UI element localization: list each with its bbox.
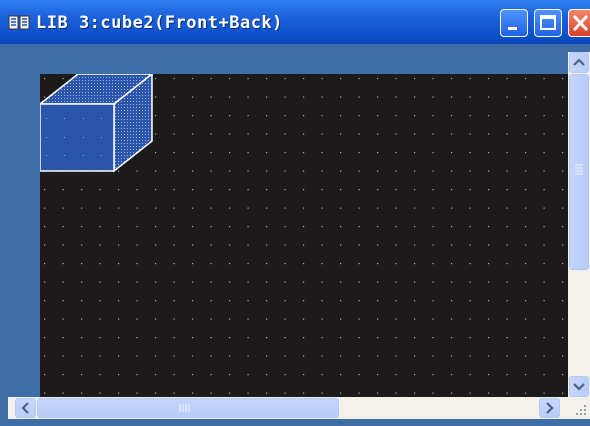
maximize-button[interactable] (534, 9, 562, 37)
resize-grip[interactable] (568, 397, 590, 419)
arrow-down-icon (573, 383, 585, 391)
book-icon[interactable] (8, 15, 30, 31)
cube-front-face (39, 103, 115, 172)
drawing-canvas[interactable] (37, 72, 568, 397)
window-frame (0, 44, 8, 426)
document-window: LIB 3:cube2(Front+Back) (0, 0, 590, 426)
vertical-scroll-thumb[interactable] (569, 74, 589, 270)
grip-icon (179, 404, 190, 412)
arrow-right-icon (546, 402, 554, 414)
vertical-scrollbar[interactable] (568, 52, 590, 397)
minimize-icon (508, 27, 517, 30)
scroll-down-button[interactable] (569, 376, 589, 397)
scroll-left-button[interactable] (15, 398, 36, 418)
scroll-right-button[interactable] (539, 398, 560, 418)
resize-grip-icon (576, 405, 586, 415)
horizontal-scroll-thumb[interactable] (37, 398, 339, 418)
arrow-left-icon (21, 402, 29, 414)
horizontal-scrollbar[interactable] (8, 397, 568, 419)
window-bottom-frame (0, 419, 590, 426)
title-bar[interactable]: LIB 3:cube2(Front+Back) (0, 0, 590, 44)
maximize-icon (540, 15, 556, 30)
arrow-up-icon (573, 58, 585, 66)
window-title: LIB 3:cube2(Front+Back) (36, 13, 283, 33)
close-icon (572, 14, 589, 32)
scroll-up-button[interactable] (569, 52, 589, 73)
close-button[interactable] (568, 9, 590, 37)
canvas-drawing (37, 72, 568, 397)
minimize-button[interactable] (500, 9, 528, 37)
grip-icon (575, 164, 583, 175)
